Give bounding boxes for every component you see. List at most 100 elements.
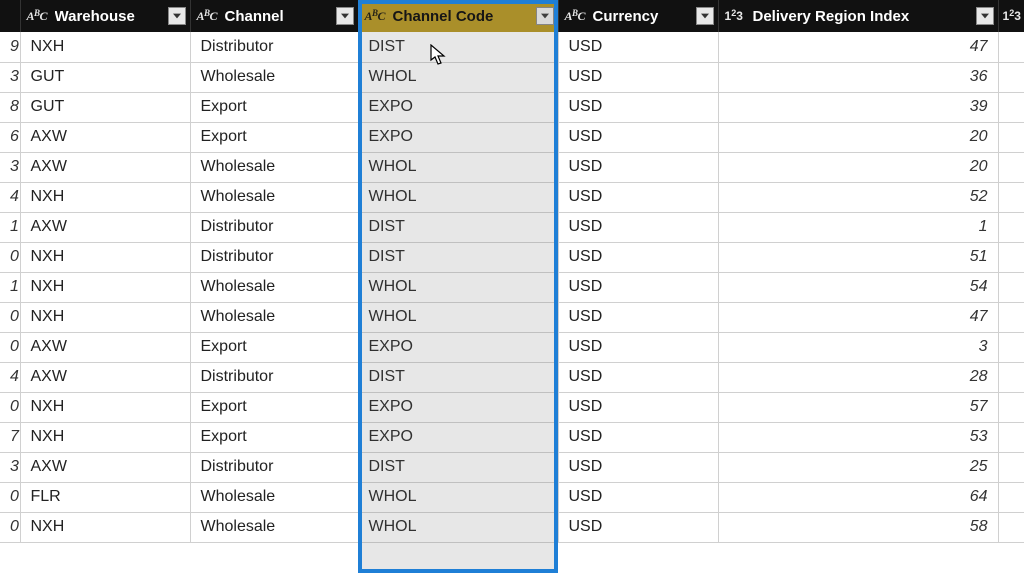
cell-partial-next[interactable] [998,122,1024,152]
cell-currency[interactable]: USD [558,482,718,512]
column-header-warehouse[interactable]: ABC Warehouse [20,0,190,32]
cell-delivery-region-index[interactable]: 36 [718,62,998,92]
cell-currency[interactable]: USD [558,452,718,482]
cell-delivery-region-index[interactable]: 54 [718,272,998,302]
cell-channel[interactable]: Export [190,332,358,362]
cell-warehouse[interactable]: AXW [20,332,190,362]
cell-partial-next[interactable] [998,362,1024,392]
cell-warehouse[interactable]: GUT [20,92,190,122]
cell-channel[interactable]: Export [190,92,358,122]
cell-channel-code[interactable]: WHOL [358,62,558,92]
cell-channel-code[interactable]: WHOL [358,302,558,332]
cell-channel[interactable]: Distributor [190,452,358,482]
cell-channel[interactable]: Distributor [190,212,358,242]
cell-warehouse[interactable]: AXW [20,152,190,182]
cell-channel-code[interactable]: EXPO [358,392,558,422]
cell-partial-next[interactable] [998,272,1024,302]
table-row[interactable]: 1NXHWholesaleWHOLUSD54 [0,272,1024,302]
table-row[interactable]: 3AXWWholesaleWHOLUSD20 [0,152,1024,182]
cell-delivery-region-index[interactable]: 20 [718,122,998,152]
table-row[interactable]: 3GUTWholesaleWHOLUSD36 [0,62,1024,92]
cell-partial-next[interactable] [998,332,1024,362]
cell-partial-next[interactable] [998,32,1024,62]
table-row[interactable]: 4NXHWholesaleWHOLUSD52 [0,182,1024,212]
cell-partial-next[interactable] [998,62,1024,92]
cell-channel-code[interactable]: EXPO [358,92,558,122]
cell-delivery-region-index[interactable]: 25 [718,452,998,482]
cell-channel[interactable]: Wholesale [190,152,358,182]
cell-partial-next[interactable] [998,242,1024,272]
cell-currency[interactable]: USD [558,302,718,332]
cell-channel[interactable]: Wholesale [190,512,358,542]
cell-channel-code[interactable]: EXPO [358,122,558,152]
cell-currency[interactable]: USD [558,62,718,92]
cell-channel-code[interactable]: EXPO [358,332,558,362]
cell-partial-next[interactable] [998,512,1024,542]
table-row[interactable]: 4AXWDistributorDISTUSD28 [0,362,1024,392]
cell-channel[interactable]: Export [190,122,358,152]
cell-warehouse[interactable]: NXH [20,242,190,272]
cell-delivery-region-index[interactable]: 1 [718,212,998,242]
cell-channel-code[interactable]: DIST [358,362,558,392]
table-row[interactable]: 6AXWExportEXPOUSD20 [0,122,1024,152]
column-filter-dropdown[interactable] [168,7,186,25]
cell-delivery-region-index[interactable]: 28 [718,362,998,392]
cell-delivery-region-index[interactable]: 47 [718,302,998,332]
cell-delivery-region-index[interactable]: 51 [718,242,998,272]
column-header-partial-next[interactable]: 123 [998,0,1024,32]
cell-delivery-region-index[interactable]: 57 [718,392,998,422]
cell-channel[interactable]: Distributor [190,32,358,62]
cell-channel-code[interactable]: DIST [358,242,558,272]
cell-partial-next[interactable] [998,152,1024,182]
cell-channel[interactable]: Wholesale [190,62,358,92]
cell-partial-next[interactable] [998,452,1024,482]
table-row[interactable]: 0NXHDistributorDISTUSD51 [0,242,1024,272]
cell-currency[interactable]: USD [558,122,718,152]
cell-partial-next[interactable] [998,92,1024,122]
row-index-header[interactable] [0,0,20,32]
cell-delivery-region-index[interactable]: 20 [718,152,998,182]
cell-delivery-region-index[interactable]: 52 [718,182,998,212]
cell-partial-next[interactable] [998,392,1024,422]
table-row[interactable]: 0NXHExportEXPOUSD57 [0,392,1024,422]
cell-warehouse[interactable]: NXH [20,422,190,452]
cell-warehouse[interactable]: FLR [20,482,190,512]
column-filter-dropdown[interactable] [536,7,554,25]
cell-channel[interactable]: Export [190,422,358,452]
cell-partial-next[interactable] [998,422,1024,452]
table-row[interactable]: 0FLRWholesaleWHOLUSD64 [0,482,1024,512]
cell-warehouse[interactable]: NXH [20,32,190,62]
cell-channel-code[interactable]: WHOL [358,182,558,212]
cell-currency[interactable]: USD [558,182,718,212]
cell-currency[interactable]: USD [558,392,718,422]
cell-currency[interactable]: USD [558,92,718,122]
table-row[interactable]: 9NXHDistributorDISTUSD47 [0,32,1024,62]
cell-partial-next[interactable] [998,302,1024,332]
cell-warehouse[interactable]: AXW [20,362,190,392]
cell-channel-code[interactable]: WHOL [358,272,558,302]
data-grid[interactable]: ABC Warehouse ABC Channel [0,0,1024,543]
cell-currency[interactable]: USD [558,242,718,272]
cell-warehouse[interactable]: AXW [20,122,190,152]
cell-partial-next[interactable] [998,182,1024,212]
cell-delivery-region-index[interactable]: 39 [718,92,998,122]
cell-warehouse[interactable]: NXH [20,182,190,212]
cell-delivery-region-index[interactable]: 64 [718,482,998,512]
cell-channel[interactable]: Wholesale [190,272,358,302]
cell-channel[interactable]: Wholesale [190,302,358,332]
table-row[interactable]: 7NXHExportEXPOUSD53 [0,422,1024,452]
cell-warehouse[interactable]: NXH [20,272,190,302]
cell-currency[interactable]: USD [558,332,718,362]
cell-channel[interactable]: Wholesale [190,482,358,512]
cell-currency[interactable]: USD [558,512,718,542]
table-row[interactable]: 0NXHWholesaleWHOLUSD47 [0,302,1024,332]
cell-channel[interactable]: Wholesale [190,182,358,212]
column-header-channel[interactable]: ABC Channel [190,0,358,32]
cell-delivery-region-index[interactable]: 58 [718,512,998,542]
cell-warehouse[interactable]: NXH [20,302,190,332]
column-filter-dropdown[interactable] [976,7,994,25]
cell-channel-code[interactable]: WHOL [358,482,558,512]
cell-currency[interactable]: USD [558,422,718,452]
cell-delivery-region-index[interactable]: 53 [718,422,998,452]
cell-warehouse[interactable]: NXH [20,512,190,542]
